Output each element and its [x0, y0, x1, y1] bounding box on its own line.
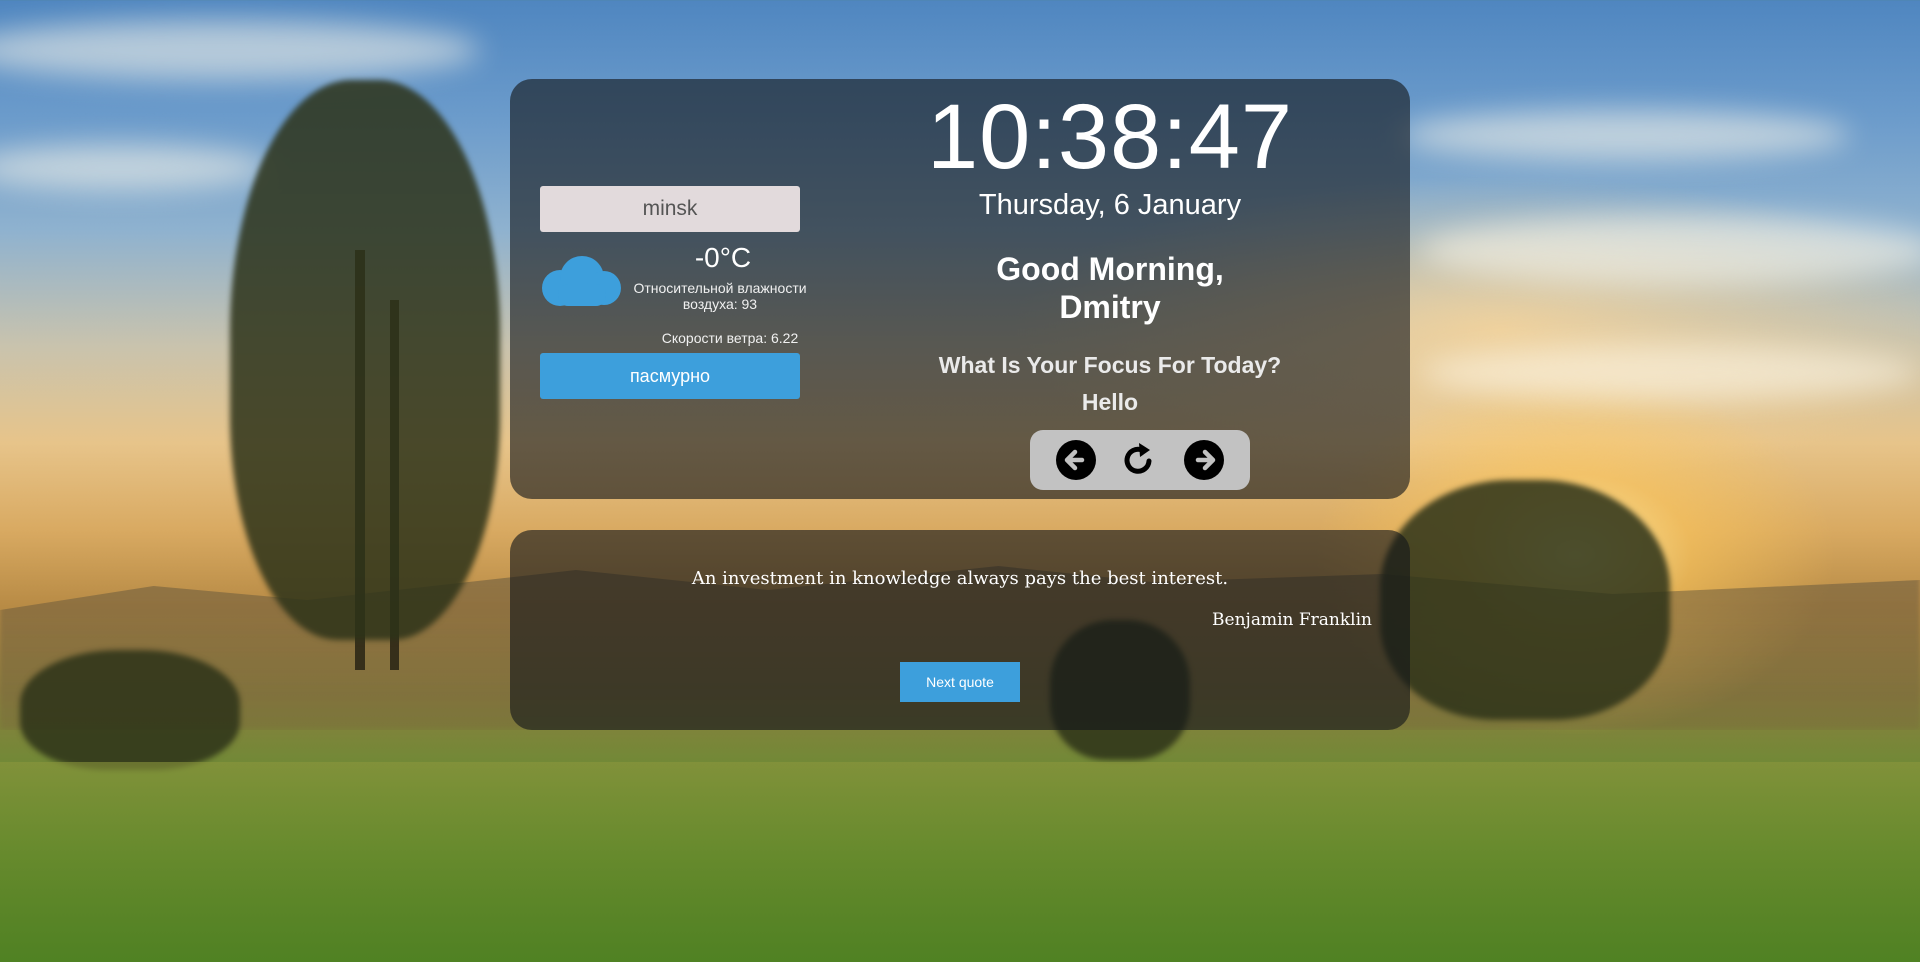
cloud-decoration [0, 145, 270, 190]
weather-widget: -0°C Относительной влажности воздуха: 93… [540, 186, 807, 399]
grass-field [0, 762, 1920, 962]
bush [20, 650, 240, 770]
main-panel: -0°C Относительной влажности воздуха: 93… [510, 79, 1410, 499]
focus-answer[interactable]: Hello [900, 389, 1320, 416]
cloud-decoration [1400, 110, 1850, 160]
focus-question: What Is Your Focus For Today? [938, 352, 1282, 378]
tree [230, 80, 500, 640]
tree [1380, 480, 1670, 720]
clock-greeting-section: 10:38:47 Thursday, 6 January Good Mornin… [900, 79, 1320, 416]
weather-info: -0°C Относительной влажности воздуха: 93… [540, 232, 807, 346]
weather-description: пасмурно [540, 353, 800, 399]
next-quote-button[interactable]: Next quote [900, 662, 1020, 702]
refresh-icon[interactable] [1119, 439, 1161, 481]
clock: 10:38:47 [926, 86, 1294, 188]
tree-trunk [390, 300, 399, 670]
background-controls [1030, 430, 1250, 490]
city-input[interactable] [540, 186, 800, 232]
arrow-right-circle-icon[interactable] [1183, 439, 1225, 481]
quote-text: An investment in knowledge always pays t… [691, 568, 1229, 589]
cloud-decoration [1420, 345, 1920, 400]
greeting[interactable]: Good Morning, Dmitry [980, 250, 1240, 326]
arrow-left-circle-icon[interactable] [1055, 439, 1097, 481]
tree-trunk [355, 250, 365, 670]
cloud-decoration [0, 20, 480, 80]
quote-panel: An investment in knowledge always pays t… [510, 530, 1410, 730]
temperature: -0°C [694, 242, 752, 273]
cloud-decoration [1420, 215, 1920, 285]
wind-speed-text: Скорости ветра: 6.22 [661, 330, 799, 346]
quote-author: Benjamin Franklin [1212, 610, 1372, 630]
date: Thursday, 6 January [978, 189, 1242, 221]
humidity-text: Относительной влажности воздуха: 93 [633, 280, 807, 312]
cloud-icon [542, 256, 621, 306]
